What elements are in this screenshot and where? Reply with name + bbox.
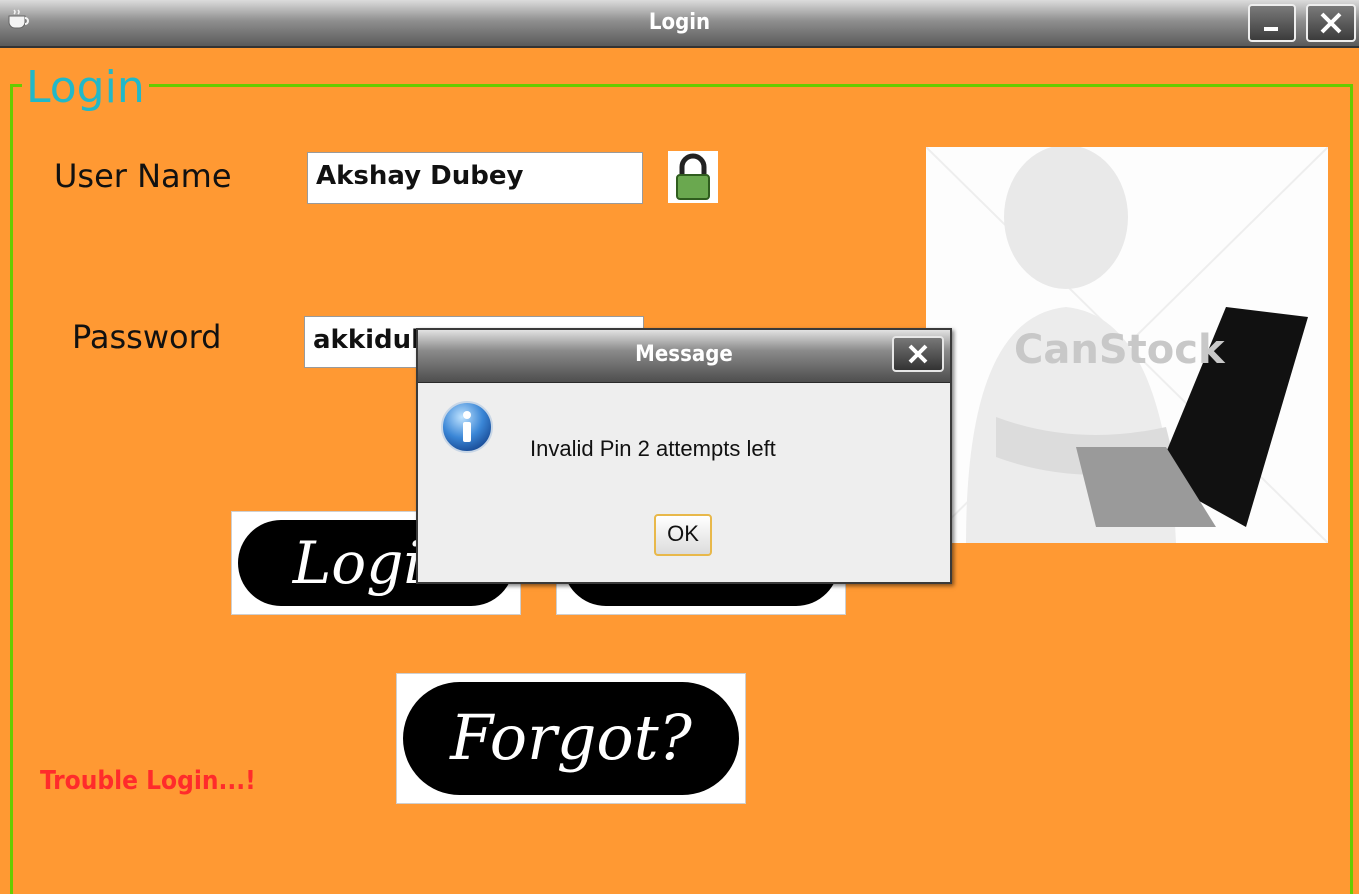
minimize-icon	[1264, 27, 1278, 31]
dialog-message: Invalid Pin 2 attempts left	[530, 436, 776, 461]
lock-icon	[676, 153, 710, 200]
username-label: User Name	[54, 157, 232, 195]
trouble-login-link[interactable]: Trouble Login...!	[40, 766, 256, 796]
close-button[interactable]	[1306, 4, 1356, 42]
ok-button[interactable]: OK	[654, 514, 712, 556]
forgot-button[interactable]: Forgot?	[396, 673, 746, 804]
window-title-bar: Login	[0, 0, 1359, 48]
lock-button[interactable]	[668, 151, 718, 203]
window-title: Login	[648, 10, 711, 35]
minimize-button[interactable]	[1248, 4, 1296, 42]
password-label: Password	[72, 318, 222, 356]
close-icon	[1320, 12, 1342, 34]
info-icon	[441, 401, 493, 453]
photo-watermark: CanStock	[1014, 327, 1225, 373]
user-laptop-photo: CanStock	[926, 147, 1328, 543]
message-dialog: Message Invalid Pin 2 attempts left OK	[416, 328, 952, 584]
login-group-title: Login	[22, 62, 149, 114]
forgot-button-label: Forgot?	[403, 682, 739, 795]
dialog-close-button[interactable]	[892, 336, 944, 372]
username-field[interactable]: Akshay Dubey	[307, 152, 643, 204]
close-icon	[908, 344, 928, 364]
dialog-title: Message	[635, 342, 733, 367]
dialog-title-bar: Message	[418, 330, 950, 383]
